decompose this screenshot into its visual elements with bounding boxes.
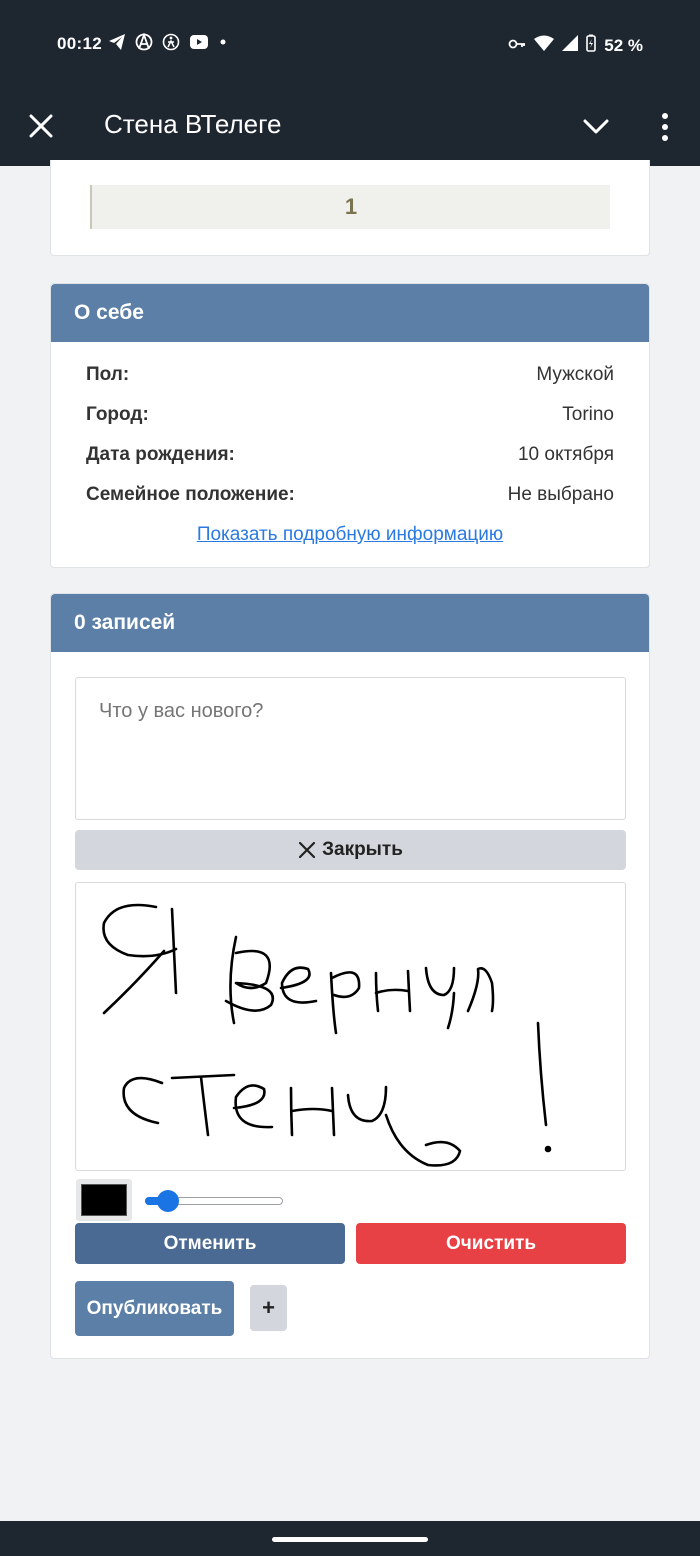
drawing-canvas[interactable] [75, 882, 626, 1171]
pen-color-preview [81, 1184, 127, 1216]
close-label: Закрыть [322, 839, 403, 860]
pen-color-picker[interactable] [76, 1179, 132, 1221]
status-time: 00:12 [57, 34, 102, 53]
battery-level: 52 % [604, 35, 643, 55]
battery-charging-icon [586, 34, 597, 57]
info-key: Семейное положение: [86, 484, 295, 505]
info-value: Torino [562, 404, 614, 425]
close-icon [298, 841, 316, 859]
close-drawing-button[interactable]: Закрыть [75, 830, 626, 870]
dot-icon [218, 33, 228, 51]
handwriting-drawing [102, 903, 552, 1167]
show-details-link[interactable]: Показать подробную информацию [51, 524, 649, 546]
home-gesture-handle[interactable] [272, 1537, 428, 1542]
wall-heading: 0 записей [51, 594, 649, 652]
add-attachment-button[interactable]: + [250, 1285, 287, 1331]
system-icons: 52 % [508, 34, 643, 57]
notification-icons [108, 32, 228, 51]
status-bar: 00:12 52 % [0, 0, 700, 86]
navigation-bar [0, 1521, 700, 1556]
info-key: Дата рождения: [86, 444, 235, 465]
counter-value: 1 [90, 185, 610, 229]
telegram-icon [108, 33, 126, 51]
signal-icon [562, 35, 579, 56]
chevron-down-icon[interactable] [580, 114, 612, 140]
more-vert-icon[interactable] [651, 110, 679, 144]
undo-button[interactable]: Отменить [75, 1223, 345, 1264]
wall-card: 0 записей Закрыть [50, 593, 650, 1359]
clear-button[interactable]: Очистить [356, 1223, 626, 1264]
about-heading: О себе [51, 284, 649, 342]
youtube-icon [189, 33, 209, 51]
info-key: Пол: [86, 364, 130, 385]
anarchy-icon [135, 32, 153, 51]
post-input[interactable] [75, 677, 626, 820]
close-icon[interactable] [25, 110, 57, 142]
vpn-key-icon [508, 36, 526, 56]
pen-size-slider[interactable] [145, 1190, 283, 1212]
publish-button[interactable]: Опубликовать [75, 1281, 234, 1336]
about-card: О себе Пол: Мужской Город: Torino Дата р… [50, 283, 650, 568]
info-row-city: Город: Torino [86, 404, 614, 426]
info-row-gender: Пол: Мужской [86, 364, 614, 386]
accessibility-icon [162, 33, 180, 51]
slider-thumb[interactable] [157, 1190, 179, 1212]
info-row-relationship: Семейное положение: Не выбрано [86, 484, 614, 506]
info-value: 10 октября [517, 444, 614, 465]
info-row-birthday: Дата рождения: 10 октября [86, 444, 614, 466]
info-key: Город: [86, 404, 149, 425]
info-value: Не выбрано [507, 484, 614, 505]
info-value: Мужской [536, 364, 614, 385]
stats-card: 1 [50, 160, 650, 256]
app-bar: Стена ВТелеге [0, 86, 700, 166]
app-title: Стена ВТелеге [104, 109, 282, 139]
wifi-icon [534, 35, 555, 56]
